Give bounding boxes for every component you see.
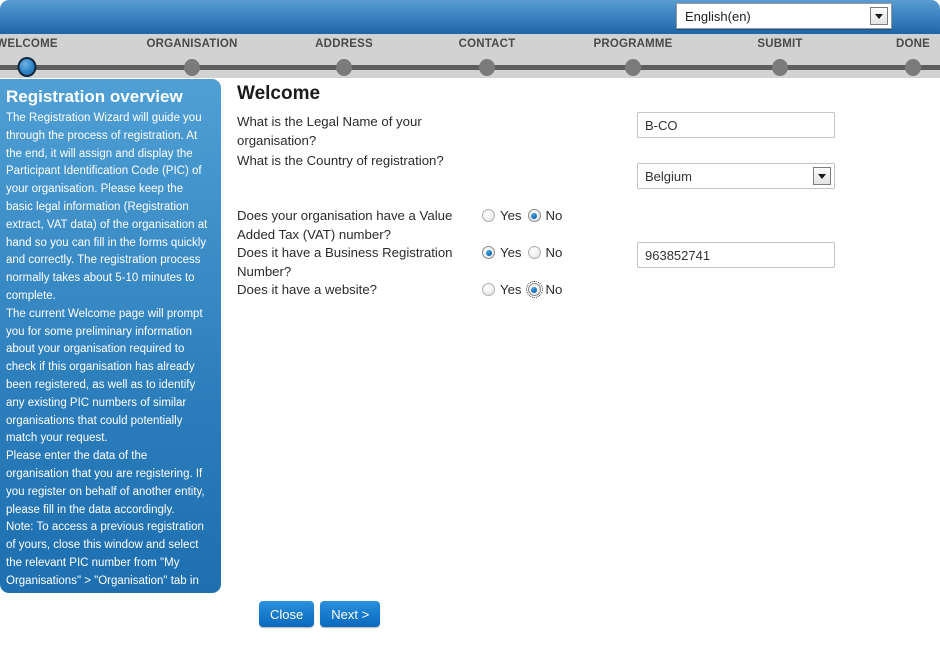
wizard-footer: Close Next > [259, 601, 381, 627]
wizard-step-done[interactable]: DONE [843, 34, 940, 78]
wizard-step-dot[interactable] [772, 59, 788, 76]
overview-title: Registration overview [6, 87, 183, 106]
wizard-step-contact[interactable]: CONTACT [417, 34, 557, 78]
business-registration-yes-label: Yes [500, 245, 522, 260]
wizard-step-dot[interactable] [17, 57, 37, 77]
wizard-step-address[interactable]: ADDRESS [274, 34, 414, 78]
legal-name-question: What is the Legal Name of your organisat… [237, 114, 422, 148]
wizard-step-label: CONTACT [458, 38, 516, 50]
next-button[interactable]: Next > [320, 601, 381, 627]
website-yes-radio[interactable] [482, 283, 495, 296]
wizard-step-label: SUBMIT [757, 38, 803, 50]
business-registration-no-option[interactable]: No [527, 245, 563, 260]
window-header-bar: English(en) [0, 0, 940, 34]
page-title: Welcome [237, 83, 321, 104]
wizard-step-label: DONE [895, 38, 931, 50]
wizard-step-progress: WELCOME ORGANISATION ADDRESS CONTACT PROGRAM… [0, 34, 940, 78]
website-no-label: No [545, 282, 563, 297]
wizard-step-dot[interactable] [184, 59, 200, 76]
language-select-value: English(en) [685, 8, 751, 24]
business-registration-no-label: No [545, 245, 563, 260]
legal-name-row: What is the Legal Name of your organisat… [237, 112, 927, 150]
wizard-step-programme[interactable]: PROGRAMME [563, 34, 703, 78]
website-no-radio[interactable] [525, 281, 543, 298]
business-registration-question: Does it have a Business Registration Num… [237, 245, 453, 279]
wizard-step-label: ADDRESS [315, 38, 373, 50]
wizard-step-dot[interactable] [905, 59, 921, 76]
wizard-step-label: WELCOME [0, 38, 58, 50]
website-yes-label: Yes [500, 282, 522, 297]
overview-paragraph: Note: To access a previous registration … [6, 521, 204, 593]
website-no-option[interactable]: No [525, 281, 563, 298]
vat-no-radio[interactable] [527, 209, 541, 222]
language-select[interactable]: English(en) [676, 3, 892, 29]
country-select[interactable]: Belgium [637, 163, 835, 189]
overview-paragraph: Please enter the data of the organisatio… [6, 450, 205, 516]
business-registration-radio-group[interactable]: Yes No [482, 245, 637, 260]
vat-no-label: No [545, 208, 563, 223]
overview-paragraph: The current Welcome page will prompt you… [6, 307, 203, 445]
wizard-step-label: PROGRAMME [593, 38, 673, 50]
country-select-value: Belgium [645, 168, 692, 184]
welcome-form: Welcome What is the Legal Name of your o… [237, 82, 927, 300]
website-row: Does it have a website? Yes No [237, 281, 927, 300]
vat-yes-option[interactable]: Yes [482, 208, 522, 223]
vat-radio-group[interactable]: Yes No [482, 208, 637, 223]
close-button[interactable]: Close [259, 601, 315, 627]
wizard-step-organisation[interactable]: ORGANISATION [122, 34, 262, 78]
vat-yes-label: Yes [500, 208, 522, 223]
wizard-step-dot[interactable] [479, 59, 495, 76]
chevron-down-icon[interactable] [870, 7, 888, 25]
chevron-down-icon[interactable] [813, 167, 831, 185]
wizard-step-dot[interactable] [625, 59, 641, 76]
vat-row: Does your organisation have a Value Adde… [237, 207, 927, 244]
vat-question: Does your organisation have a Value Adde… [237, 208, 453, 242]
website-radio-group[interactable]: Yes No [482, 281, 637, 298]
wizard-step-dot[interactable] [336, 59, 352, 76]
country-question: What is the Country of registration? [237, 153, 444, 168]
business-registration-no-radio[interactable] [527, 246, 541, 259]
business-registration-yes-option[interactable]: Yes [482, 245, 522, 260]
wizard-step-submit[interactable]: SUBMIT [710, 34, 850, 78]
legal-name-input[interactable]: B-CO [637, 112, 835, 138]
vat-yes-radio[interactable] [482, 209, 495, 222]
vat-no-option[interactable]: No [527, 208, 563, 223]
wizard-step-welcome[interactable]: WELCOME [0, 34, 97, 78]
business-registration-row: Does it have a Business Registration Num… [237, 242, 927, 281]
country-row: What is the Country of registration? Bel… [237, 152, 927, 189]
business-registration-number-input[interactable]: 963852741 [637, 242, 835, 268]
wizard-step-label: ORGANISATION [146, 38, 238, 50]
overview-paragraph: The Registration Wizard will guide you t… [6, 112, 208, 302]
website-yes-option[interactable]: Yes [482, 282, 522, 297]
business-registration-yes-radio[interactable] [482, 246, 495, 259]
registration-overview-panel: Registration overview The Registration W… [0, 79, 221, 593]
website-question: Does it have a website? [237, 282, 378, 297]
